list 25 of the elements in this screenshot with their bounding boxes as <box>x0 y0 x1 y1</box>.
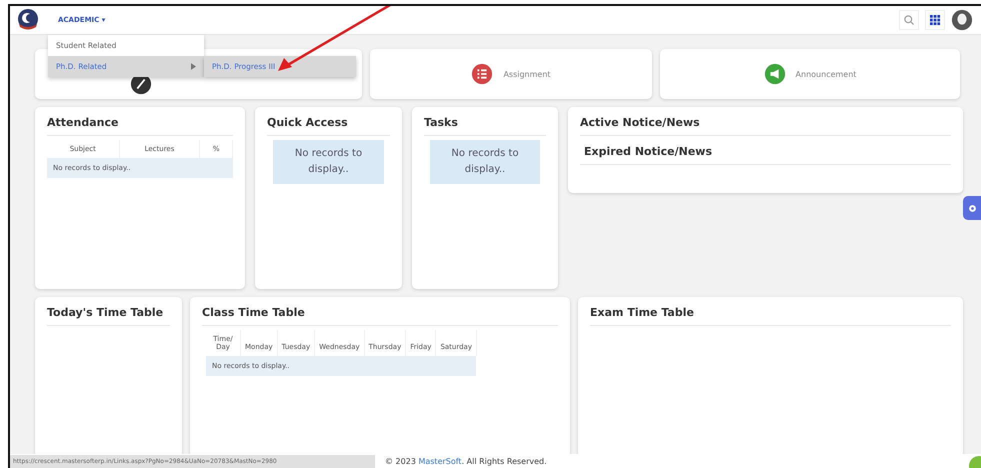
copyright-text: © 2023 MasterSoft. All Rights Reserved. <box>385 456 547 466</box>
stat-card[interactable]: Assignment <box>370 49 652 99</box>
stat-label: Announcement <box>796 70 856 78</box>
gear-icon <box>968 204 976 212</box>
card-title: Today's Time Table <box>47 301 170 326</box>
stat-label: Assignment <box>503 70 551 78</box>
search-icon <box>903 14 915 26</box>
search-button[interactable] <box>899 10 919 30</box>
card-title: Quick Access <box>267 111 390 136</box>
empty-message: No records to display.. <box>273 140 384 184</box>
settings-button[interactable] <box>963 196 981 220</box>
empty-message: No records to display.. <box>430 140 540 184</box>
card-title: Tasks <box>424 111 546 136</box>
apps-grid-button[interactable] <box>925 10 945 30</box>
grid-icon <box>930 14 940 26</box>
notice-tab[interactable]: Expired Notice/News <box>580 140 951 165</box>
avatar-icon[interactable] <box>951 9 973 31</box>
card-title: Class Time Table <box>202 301 558 326</box>
stat-card[interactable]: Announcement <box>660 49 960 99</box>
list-icon <box>471 63 494 85</box>
megaphone-icon <box>764 63 786 85</box>
card-title: Exam Time Table <box>590 301 951 326</box>
notice-tab[interactable]: Active Notice/News <box>580 111 951 136</box>
mastersoft-link[interactable]: MasterSoft <box>418 456 462 466</box>
card-title: Attendance <box>47 111 233 136</box>
